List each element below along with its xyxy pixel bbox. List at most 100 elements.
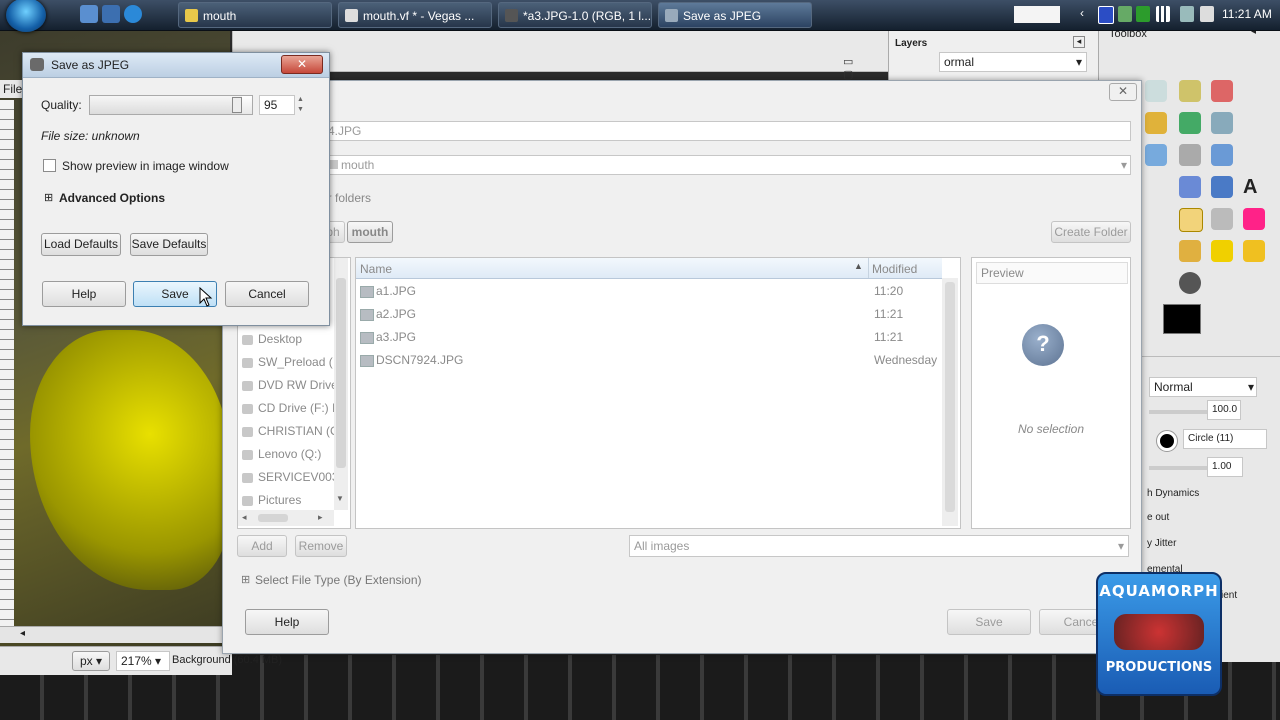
places-item[interactable]: Pictures: [242, 493, 334, 511]
save-defaults-button[interactable]: Save Defaults: [130, 233, 208, 256]
zoom-select[interactable]: 217% ▾: [116, 651, 170, 671]
opacity-slider[interactable]: [1149, 410, 1209, 414]
advanced-options-expander[interactable]: Advanced Options: [59, 191, 165, 205]
layer-mode-select[interactable]: ormal ▾: [939, 52, 1087, 72]
save-button[interactable]: Save: [947, 609, 1031, 635]
lasso-tool-icon[interactable]: [1145, 80, 1167, 102]
save-in-folder-select[interactable]: mouth ▾: [323, 155, 1131, 175]
volume-icon[interactable]: [1200, 6, 1214, 22]
align-tool-icon[interactable]: [1179, 144, 1201, 166]
flip-tool-icon[interactable]: [1211, 176, 1233, 198]
perspective-tool-icon[interactable]: [1179, 176, 1201, 198]
scroll-left-icon[interactable]: ◂: [20, 628, 25, 639]
paint-mode-select[interactable]: Normal ▾: [1149, 377, 1257, 397]
places-h-scrollbar[interactable]: ◂ ▸: [238, 510, 334, 526]
help-button[interactable]: Help: [42, 281, 126, 307]
show-desktop-icon[interactable]: [80, 5, 98, 23]
scroll-thumb[interactable]: [336, 278, 346, 468]
close-icon[interactable]: ✕: [1109, 83, 1137, 101]
tray-expand-icon[interactable]: ‹: [1080, 6, 1084, 20]
flag-icon[interactable]: [1180, 6, 1194, 22]
places-item[interactable]: CHRISTIAN (C: [242, 424, 334, 442]
remove-bookmark-button[interactable]: Remove: [295, 535, 347, 557]
start-button[interactable]: [6, 0, 46, 32]
quality-spin-arrows[interactable]: ▲ ▼: [297, 95, 307, 115]
path-button-mouth[interactable]: mouth: [347, 221, 393, 243]
rotate-tool-icon[interactable]: [1211, 144, 1233, 166]
internet-explorer-icon[interactable]: [124, 5, 142, 23]
panel-menu-icon[interactable]: ◂: [1073, 36, 1085, 48]
file-filter-select[interactable]: All images ▾: [629, 535, 1129, 557]
show-preview-label[interactable]: Show preview in image window: [62, 159, 229, 173]
unit-select[interactable]: px ▾: [72, 651, 110, 671]
filename-input[interactable]: 4.JPG: [323, 121, 1131, 141]
brush-preview-icon[interactable]: [1156, 430, 1178, 452]
select-file-type-expander[interactable]: Select File Type (By Extension): [255, 573, 422, 587]
battery-icon[interactable]: [1136, 6, 1150, 22]
column-name[interactable]: Name: [360, 262, 392, 276]
places-item[interactable]: Desktop: [242, 332, 334, 350]
scroll-right-icon[interactable]: ▸: [318, 512, 323, 523]
add-bookmark-button[interactable]: Add: [237, 535, 287, 557]
switch-windows-icon[interactable]: [102, 5, 120, 23]
opacity-input[interactable]: 100.0: [1207, 400, 1241, 420]
text-tool-icon[interactable]: A: [1243, 176, 1257, 199]
create-folder-button[interactable]: Create Folder: [1051, 221, 1131, 243]
file-list-scrollbar[interactable]: [942, 278, 958, 526]
dialog-titlebar[interactable]: Save as JPEG ✕: [23, 53, 329, 78]
dodge-tool-icon[interactable]: [1179, 272, 1201, 294]
network-signal-icon[interactable]: [1156, 6, 1170, 22]
taskbar-task-3[interactable]: *a3.JPG-1.0 (RGB, 1 l...: [498, 2, 652, 28]
places-item[interactable]: SW_Preload (: [242, 355, 334, 373]
show-preview-checkbox[interactable]: [43, 159, 56, 172]
quality-spin-input[interactable]: 95: [259, 95, 295, 115]
smudge-tool-icon[interactable]: [1243, 240, 1265, 262]
file-row[interactable]: a3.JPG 11:21: [356, 328, 942, 348]
file-row[interactable]: a1.JPG 11:20: [356, 282, 942, 302]
places-scrollbar[interactable]: ▼: [334, 258, 348, 510]
paintbrush-tool-icon[interactable]: [1211, 208, 1233, 230]
scroll-left-icon[interactable]: ◂: [242, 512, 247, 523]
color-picker-tool-icon[interactable]: [1179, 112, 1201, 134]
pencil-tool-icon[interactable]: [1179, 208, 1203, 232]
security-icon[interactable]: [1118, 6, 1132, 22]
chevron-down-icon: ▾: [1117, 539, 1124, 553]
clone-tool-icon[interactable]: [1179, 240, 1201, 262]
load-defaults-button[interactable]: Load Defaults: [41, 233, 121, 256]
bluetooth-icon[interactable]: [1098, 6, 1114, 24]
color-select-tool-icon[interactable]: [1211, 80, 1233, 102]
foreground-color-swatch[interactable]: [1163, 304, 1201, 334]
taskbar-task-2[interactable]: mouth.vf * - Vegas ...: [338, 2, 492, 28]
paths-tool-icon[interactable]: [1145, 112, 1167, 134]
clock-time[interactable]: 11:21 AM: [1222, 0, 1280, 30]
heal-tool-icon[interactable]: [1211, 240, 1233, 262]
scroll-thumb[interactable]: [945, 282, 955, 512]
expander-plus-icon[interactable]: ⊞: [44, 191, 53, 204]
menu-file[interactable]: File: [3, 82, 22, 96]
places-item[interactable]: DVD RW Drive: [242, 378, 334, 396]
column-modified[interactable]: Modified: [872, 262, 917, 276]
file-row[interactable]: DSCN7924.JPG Wednesday: [356, 351, 942, 371]
taskbar-task-4[interactable]: Save as JPEG: [658, 2, 812, 28]
help-button[interactable]: Help: [245, 609, 329, 635]
close-icon[interactable]: ✕: [281, 55, 323, 74]
eraser-tool-icon[interactable]: [1243, 208, 1265, 230]
scroll-down-icon[interactable]: ▼: [336, 494, 344, 503]
fuzzy-select-tool-icon[interactable]: [1179, 80, 1201, 102]
taskbar-task-1[interactable]: mouth: [178, 2, 332, 28]
brush-name-field[interactable]: Circle (11): [1183, 429, 1267, 449]
move-tool-icon[interactable]: [1145, 144, 1167, 166]
zoom-tool-icon[interactable]: [1211, 112, 1233, 134]
scale-input[interactable]: 1.00: [1207, 457, 1243, 477]
places-item[interactable]: Lenovo (Q:): [242, 447, 334, 465]
scroll-thumb[interactable]: [258, 514, 288, 522]
sort-up-icon[interactable]: ▲: [854, 261, 863, 271]
quality-slider-thumb[interactable]: [232, 97, 242, 113]
expander-plus-icon[interactable]: ⊞: [241, 573, 250, 586]
places-item[interactable]: CD Drive (F:) I: [242, 401, 334, 419]
cancel-button[interactable]: Cancel: [225, 281, 309, 307]
file-row[interactable]: a2.JPG 11:21: [356, 305, 942, 325]
horizontal-scrollbar[interactable]: ◂: [0, 626, 222, 643]
places-item[interactable]: SERVICEV003: [242, 470, 334, 488]
quality-slider[interactable]: [89, 95, 253, 115]
